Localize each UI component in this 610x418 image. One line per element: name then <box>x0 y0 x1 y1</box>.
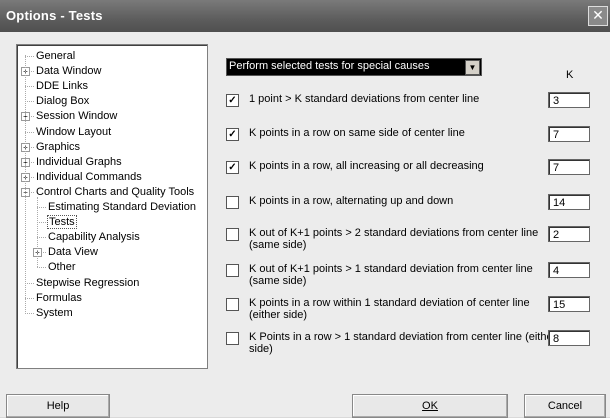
test-checkbox[interactable]: ✓ <box>226 128 239 141</box>
ok-button[interactable]: OK <box>352 394 508 418</box>
test-checkbox[interactable]: ✓ <box>226 161 239 174</box>
tree-item-label: Control Charts and Quality Tools <box>36 185 195 198</box>
test-label: K points in a row, alternating up and do… <box>249 195 454 207</box>
k-value-input[interactable]: 7 <box>548 159 590 175</box>
cancel-button[interactable]: Cancel <box>524 394 606 418</box>
tree-item-label: Individual Graphs <box>36 155 122 168</box>
help-button[interactable]: Help <box>6 394 110 418</box>
tree-item-label: Tests <box>47 215 77 230</box>
tree-item[interactable]: Estimating Standard Deviation <box>47 200 197 214</box>
k-value-input[interactable]: 15 <box>548 296 590 312</box>
tree-item[interactable]: General <box>35 49 76 63</box>
tree-item[interactable]: Window Layout <box>35 125 112 139</box>
tree-item-label: Data View <box>48 246 98 259</box>
tree-item-label: Session Window <box>36 110 118 123</box>
ok-button-label: OK <box>422 400 438 412</box>
test-checkbox[interactable] <box>226 264 239 277</box>
tree-item-label: Other <box>48 261 76 274</box>
chevron-down-icon[interactable]: ▼ <box>465 60 480 75</box>
test-label: K points in a row within 1 standard devi… <box>249 297 530 321</box>
tree-connector <box>25 56 34 57</box>
tree-connector <box>25 101 34 103</box>
tree-item[interactable]: Other <box>47 260 77 274</box>
close-button[interactable]: ✕ <box>588 6 608 26</box>
dropdown-value: Perform selected tests for special cause… <box>229 60 430 72</box>
test-checkbox[interactable] <box>226 332 239 345</box>
dialog-client-area: General + Data Window DDE Links Dialog Box + S… <box>0 32 610 418</box>
tree-connector <box>37 267 46 269</box>
tree-item[interactable]: Individual Commands <box>35 170 143 184</box>
k-value-input[interactable]: 14 <box>548 194 590 210</box>
tests-mode-dropdown[interactable]: Perform selected tests for special cause… <box>226 58 482 76</box>
tree-item[interactable]: Graphics <box>35 140 81 154</box>
tree-item[interactable]: Dialog Box <box>35 94 90 108</box>
tree-item-label: Formulas <box>36 291 82 304</box>
tree-item-label: Stepwise Regression <box>36 276 140 289</box>
test-checkbox[interactable] <box>226 196 239 209</box>
test-checkbox[interactable] <box>226 298 239 311</box>
tree-item[interactable]: Capability Analysis <box>47 230 141 244</box>
tree-connector <box>25 297 34 299</box>
tree-connector <box>37 237 46 239</box>
tree-item-label: Window Layout <box>36 125 112 138</box>
tree-item-label: System <box>36 306 73 319</box>
k-value-input[interactable]: 3 <box>548 92 590 108</box>
tree-item-label: Capability Analysis <box>48 231 140 244</box>
tree-connector <box>25 312 34 314</box>
tree-item-label: Individual Commands <box>36 170 142 183</box>
tree-item[interactable]: Control Charts and Quality Tools <box>35 185 195 199</box>
tree-item-label: Graphics <box>36 140 81 153</box>
tree-item-label: DDE Links <box>36 80 88 93</box>
k-value-input[interactable]: 8 <box>548 330 590 346</box>
options-dialog: Options - Tests ✕ General + Data Window DDE… <box>0 0 610 418</box>
test-label: K points in a row on same side of center… <box>249 127 465 139</box>
test-label: K points in a row, all increasing or all… <box>249 160 484 172</box>
k-column-header: K <box>566 69 574 81</box>
k-value-input[interactable]: 4 <box>548 262 590 278</box>
tree-item-label: Estimating Standard Deviation <box>48 201 196 213</box>
tree-sub-trunk <box>37 196 38 268</box>
test-checkbox[interactable] <box>226 228 239 241</box>
tree-item[interactable]: Tests <box>47 215 77 230</box>
tree-item[interactable]: Formulas <box>35 291 83 305</box>
window-title: Options - Tests <box>6 8 103 23</box>
close-icon: ✕ <box>592 7 604 23</box>
tree-connector <box>25 282 34 284</box>
tree-item-label: Data Window <box>36 65 102 78</box>
k-value-input[interactable]: 2 <box>548 226 590 242</box>
test-checkbox[interactable]: ✓ <box>226 94 239 107</box>
cancel-button-label: Cancel <box>547 400 583 412</box>
tree-connector <box>37 207 46 208</box>
tree-item[interactable]: Individual Graphs <box>35 155 123 169</box>
test-label: K out of K+1 points > 2 standard deviati… <box>249 227 539 251</box>
tree-item-label: General <box>36 50 76 62</box>
k-value-input[interactable]: 7 <box>548 126 590 142</box>
tree-connector <box>37 222 46 224</box>
options-tree[interactable]: General + Data Window DDE Links Dialog Box + S… <box>16 44 208 369</box>
help-button-label: Help <box>46 400 70 412</box>
tree-item[interactable]: Stepwise Regression <box>35 276 140 290</box>
tree-connector <box>25 86 34 88</box>
tree-item[interactable]: Data Window <box>35 64 102 78</box>
tree-item[interactable]: System <box>35 306 74 320</box>
test-label: 1 point > K standard deviations from cen… <box>249 93 480 105</box>
tree-item[interactable]: DDE Links <box>35 79 89 93</box>
title-bar[interactable]: Options - Tests ✕ <box>0 0 610 32</box>
test-label: K Points in a row > 1 standard deviation… <box>249 331 557 355</box>
tree-item[interactable]: Data View <box>47 245 99 259</box>
tree-trunk <box>25 55 26 312</box>
tree-item-label: Dialog Box <box>36 95 90 108</box>
tree-connector <box>25 131 34 133</box>
tree-item[interactable]: Session Window <box>35 109 118 123</box>
test-label: K out of K+1 points > 1 standard deviati… <box>249 263 533 287</box>
